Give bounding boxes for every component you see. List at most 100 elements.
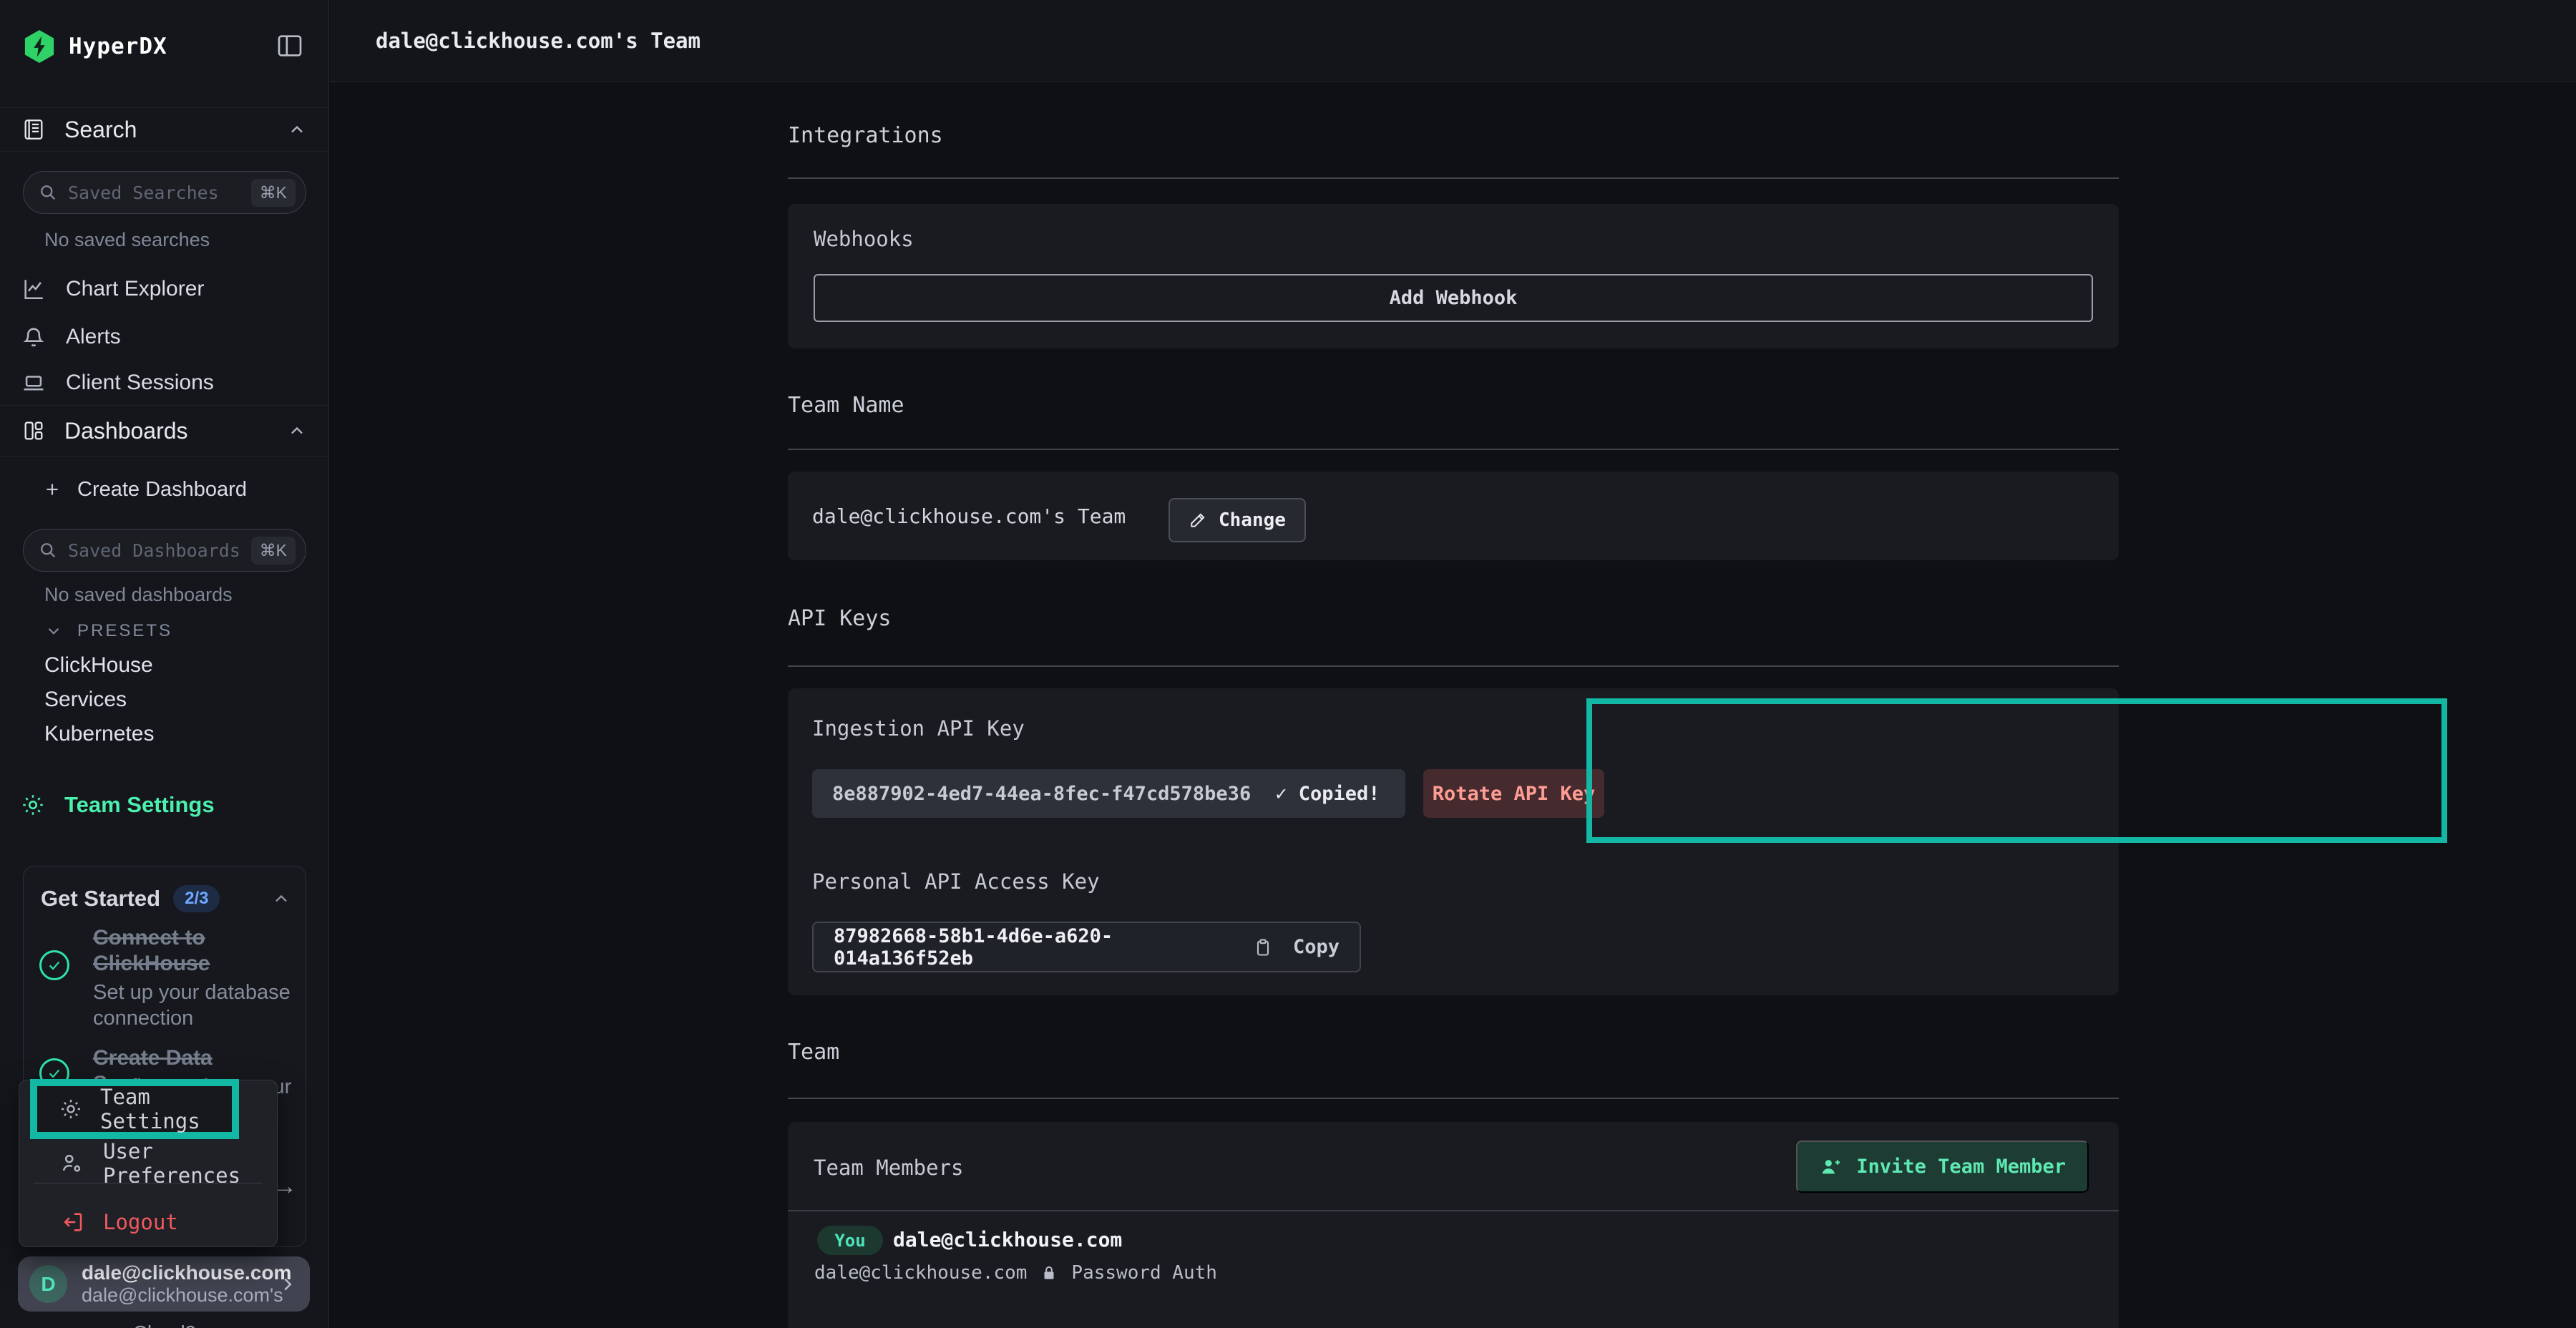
member-name: dale@clickhouse.com: [893, 1228, 1122, 1251]
saved-dashboards-input[interactable]: ⌘K: [23, 529, 306, 572]
saved-dashboards-field[interactable]: [68, 540, 241, 561]
progress-badge: 2/3: [173, 885, 220, 912]
you-badge: You: [817, 1226, 883, 1255]
get-started-item-desc: Set up your database connection: [93, 980, 293, 1031]
sidebar-team-settings-link[interactable]: Team Settings: [20, 787, 215, 823]
change-team-name-button[interactable]: Change: [1169, 498, 1306, 542]
api-keys-card: Ingestion API Key 8e887902-4ed7-44ea-8fe…: [788, 688, 2119, 995]
bell-icon: [21, 325, 46, 349]
logout-label: Logout: [103, 1210, 178, 1234]
plus-icon: [43, 480, 62, 499]
hyperdx-logo-icon: [23, 29, 56, 64]
no-saved-dashboards-text: No saved dashboards: [44, 584, 233, 606]
section-divider: [788, 665, 2119, 667]
chevron-down-icon: [44, 622, 63, 640]
sidebar-item-label: Alerts: [66, 325, 121, 349]
presets-label: PRESETS: [77, 621, 172, 641]
invite-label: Invite Team Member: [1856, 1156, 2066, 1178]
preset-item-clickhouse[interactable]: ClickHouse: [44, 648, 153, 683]
shortcut-badge: ⌘K: [251, 537, 296, 565]
profile-subtitle: dale@clickhouse.com's: [82, 1284, 263, 1307]
preset-item-services[interactable]: Services: [44, 683, 127, 717]
chevron-up-icon[interactable]: [271, 889, 291, 909]
shortcut-badge: ⌘K: [251, 179, 296, 207]
lock-icon: [1040, 1264, 1058, 1282]
sidebar-section-dashboards[interactable]: Dashboards: [0, 405, 328, 456]
copied-confirmation: ✓ Copied!: [1275, 783, 1380, 805]
section-divider: [788, 449, 2119, 450]
sidebar-section-search[interactable]: Search: [0, 107, 328, 152]
check-circle-icon: [39, 950, 69, 980]
person-plus-icon: [1819, 1156, 1842, 1178]
team-name-card: dale@clickhouse.com's Team Change: [788, 472, 2119, 560]
app-window: HyperDX Search ⌘K No saved searches: [0, 0, 2576, 1328]
logout-icon: [60, 1210, 84, 1234]
sidebar-item-client-sessions[interactable]: Client Sessions: [0, 363, 328, 403]
chevron-up-icon[interactable]: [287, 421, 307, 441]
section-title-api-keys: API Keys: [788, 606, 892, 631]
sidebar: HyperDX Search ⌘K No saved searches: [0, 0, 329, 1328]
sidebar-item-alerts[interactable]: Alerts: [0, 317, 328, 357]
member-auth-method: Password Auth: [1071, 1262, 1217, 1284]
get-started-title: Get Started: [41, 886, 160, 912]
personal-api-key-label: Personal API Access Key: [812, 869, 1100, 894]
sidebar-item-label: Chart Explorer: [66, 277, 204, 301]
get-started-item-title[interactable]: Connect to ClickHouse: [93, 925, 293, 977]
sidebar-search-label: Search: [64, 117, 137, 143]
team-members-heading: Team Members: [814, 1156, 964, 1180]
section-divider: [788, 1098, 2119, 1099]
create-dashboard-button[interactable]: Create Dashboard: [43, 472, 247, 507]
presets-toggle[interactable]: PRESETS: [44, 617, 172, 645]
section-title-team-name: Team Name: [788, 393, 904, 418]
member-email: dale@clickhouse.com: [814, 1262, 1027, 1284]
member-row-divider: [788, 1210, 2119, 1211]
user-gear-icon: [60, 1151, 84, 1176]
highlight-box-team-settings: Team Settings: [30, 1079, 239, 1139]
ingestion-api-key-chip[interactable]: 8e887902-4ed7-44ea-8fec-f47cd578be36 ✓ C…: [812, 769, 1405, 818]
rotate-api-key-button[interactable]: Rotate API Key: [1423, 769, 1604, 818]
page-header: dale@clickhouse.com's Team: [330, 0, 2576, 82]
sidebar-dashboards-label: Dashboards: [64, 418, 188, 444]
laptop-icon: [21, 371, 46, 395]
change-label: Change: [1219, 509, 1286, 531]
chart-icon: [21, 277, 46, 301]
sidebar-collapse-icon[interactable]: [275, 31, 304, 60]
chevron-up-icon[interactable]: [287, 119, 307, 140]
pencil-icon: [1189, 511, 1207, 529]
no-saved-searches-text: No saved searches: [44, 229, 210, 251]
user-preferences-label: User Preferences: [103, 1139, 277, 1188]
personal-api-key-chip[interactable]: 87982668-58b1-4d6e-a620-014a136f52eb Cop…: [812, 922, 1361, 972]
chevron-right-icon: [277, 1274, 298, 1295]
app-name: HyperDX: [69, 34, 167, 59]
user-profile-button[interactable]: D dale@clickhouse.com dale@clickhouse.co…: [18, 1256, 310, 1312]
section-divider: [788, 177, 2119, 179]
invite-team-member-button[interactable]: Invite Team Member: [1796, 1141, 2089, 1193]
copy-button[interactable]: Copy: [1293, 936, 1340, 958]
dashboard-grid-icon: [21, 419, 46, 443]
create-dashboard-label: Create Dashboard: [77, 478, 247, 502]
get-started-header[interactable]: Get Started 2/3: [41, 885, 291, 912]
footer-partial-text: Cloud9: [86, 1322, 243, 1328]
menu-item-logout[interactable]: Logout: [60, 1204, 178, 1241]
menu-item-team-settings[interactable]: Team Settings: [37, 1086, 232, 1132]
saved-searches-field[interactable]: [68, 182, 241, 203]
sidebar-item-label: Client Sessions: [66, 371, 214, 395]
team-settings-label: Team Settings: [64, 792, 215, 818]
search-icon: [38, 540, 58, 560]
sidebar-item-chart-explorer[interactable]: Chart Explorer: [0, 269, 328, 309]
logo[interactable]: HyperDX: [23, 29, 167, 64]
journal-search-icon: [21, 117, 46, 142]
section-title-team: Team: [788, 1040, 839, 1065]
avatar: D: [29, 1265, 67, 1303]
member-meta: dale@clickhouse.com Password Auth: [814, 1262, 1217, 1284]
add-webhook-button[interactable]: Add Webhook: [814, 274, 2093, 322]
menu-item-user-preferences[interactable]: User Preferences: [60, 1145, 277, 1182]
saved-searches-input[interactable]: ⌘K: [23, 171, 306, 214]
menu-team-settings-label: Team Settings: [100, 1085, 232, 1133]
gear-icon: [59, 1097, 83, 1121]
preset-item-kubernetes[interactable]: Kubernetes: [44, 717, 154, 751]
gear-icon: [20, 792, 46, 818]
webhooks-card: Webhooks Add Webhook: [788, 204, 2119, 348]
ingestion-api-key-value: 8e887902-4ed7-44ea-8fec-f47cd578be36: [832, 783, 1251, 805]
main-content: dale@clickhouse.com's Team Integrations …: [330, 0, 2576, 1328]
